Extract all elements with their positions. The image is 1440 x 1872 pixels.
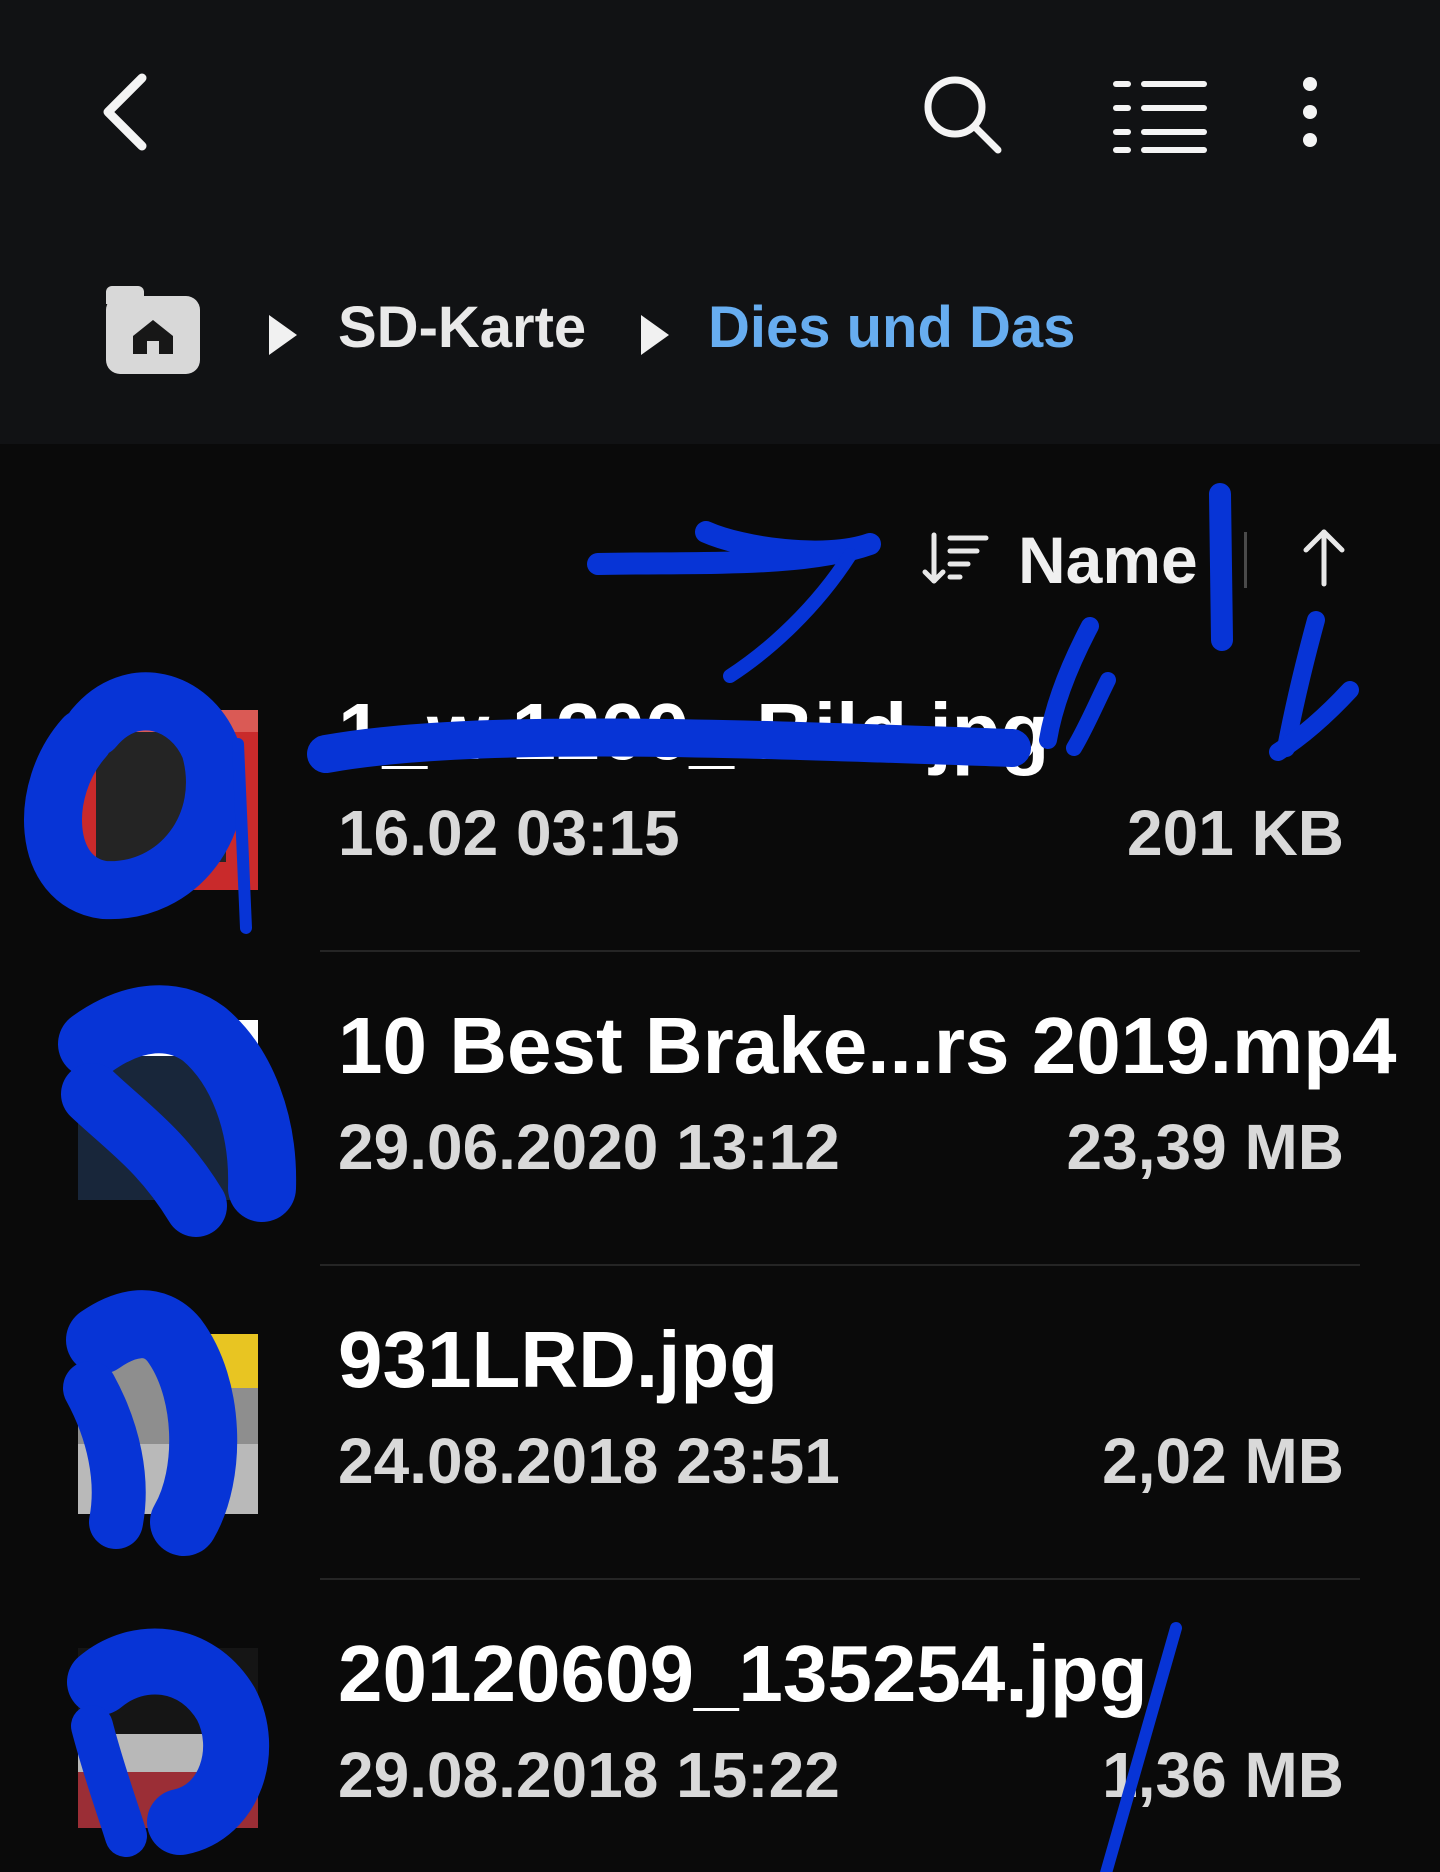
file-size: 201 KB	[1127, 797, 1344, 869]
file-thumbnail	[78, 710, 258, 890]
search-button[interactable]	[918, 70, 1006, 158]
file-size: 23,39 MB	[1066, 1111, 1344, 1183]
folder-tab	[106, 286, 144, 304]
breadcrumb-item-current-folder[interactable]: Dies und Das	[708, 293, 1075, 363]
row-divider	[320, 950, 1360, 952]
row-divider	[320, 1578, 1360, 1580]
file-date: 24.08.2018 23:51	[338, 1425, 840, 1497]
file-date: 29.06.2020 13:12	[338, 1111, 840, 1183]
more-vertical-icon	[1303, 77, 1317, 147]
file-date: 29.08.2018 15:22	[338, 1739, 840, 1811]
sort-by-name-label[interactable]: Name	[1018, 520, 1198, 600]
file-list: 1_w 1200_ Bild.jpg 16.02 03:15 201 KB 10…	[0, 640, 1440, 1872]
home-folder-icon	[133, 320, 173, 354]
sort-icon[interactable]	[922, 530, 990, 588]
file-thumbnail	[78, 1334, 258, 1514]
file-size: 2,02 MB	[1102, 1425, 1344, 1497]
row-divider	[320, 1264, 1360, 1266]
file-thumbnail	[78, 1648, 258, 1828]
file-manager-screen: SD-Karte Dies und Das Name 1_w 1200_ Bil…	[0, 0, 1440, 1872]
file-name: 1_w 1200_ Bild.jpg	[338, 687, 1050, 776]
list-view-icon	[1113, 81, 1207, 153]
arrow-up-icon[interactable]	[1300, 526, 1348, 588]
app-header: SD-Karte Dies und Das	[0, 0, 1440, 444]
search-icon	[924, 76, 1002, 154]
file-size: 1,36 MB	[1102, 1739, 1344, 1811]
triangle-right-icon	[269, 315, 297, 355]
breadcrumb: SD-Karte Dies und Das	[0, 286, 1440, 386]
more-options-button[interactable]	[1290, 70, 1330, 154]
triangle-right-icon	[641, 315, 669, 355]
back-button[interactable]	[92, 68, 160, 156]
list-view-button[interactable]	[1110, 72, 1210, 156]
chevron-left-icon	[103, 73, 147, 151]
home-folder-button[interactable]	[106, 286, 200, 374]
file-name: 931LRD.jpg	[338, 1315, 779, 1404]
file-thumbnail	[78, 1020, 258, 1200]
file-name: 10 Best Brake...rs 2019.mp4	[338, 1001, 1397, 1090]
breadcrumb-item-sd-karte[interactable]: SD-Karte	[338, 293, 586, 363]
sort-divider	[1244, 532, 1247, 588]
file-row[interactable]: 20120609_135254.jpg 29.08.2018 15:22 1,3…	[0, 1626, 1440, 1872]
file-name: 20120609_135254.jpg	[338, 1629, 1148, 1718]
file-date: 16.02 03:15	[338, 797, 680, 869]
